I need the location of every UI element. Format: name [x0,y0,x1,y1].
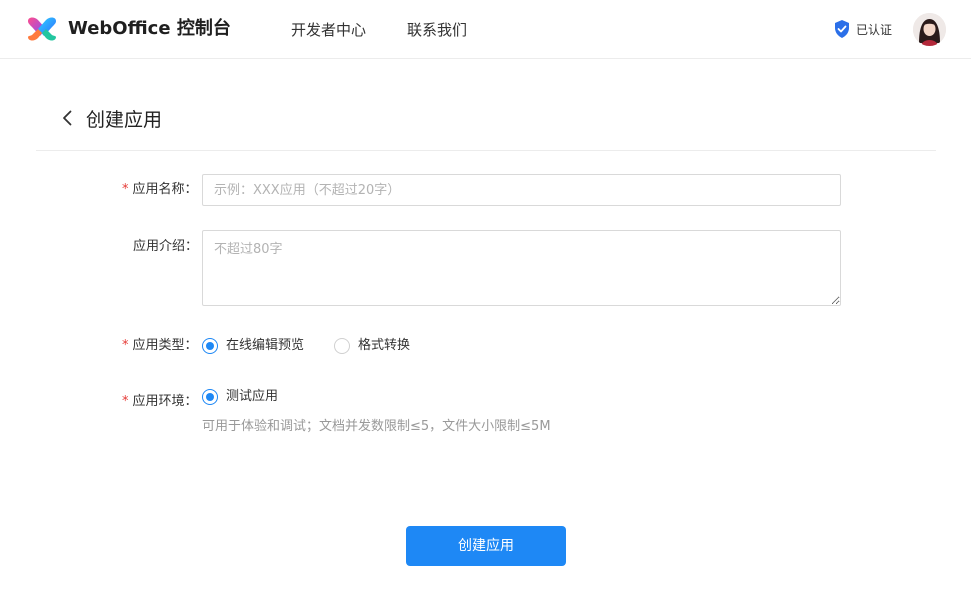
app-name-input[interactable] [202,174,841,206]
radio-unchecked-icon [334,338,350,354]
brand-title[interactable]: WebOffice 控制台 [68,17,231,41]
radio-label: 在线编辑预览 [226,338,305,353]
create-app-button[interactable]: 创建应用 [406,526,566,566]
app-type-label: * 应用类型： [122,338,198,353]
weboffice-logo-icon[interactable] [26,15,58,43]
radio-checked-icon [202,338,218,354]
app-env-label: * 应用环境： [122,394,198,409]
nav-contact-us[interactable]: 联系我们 [407,19,467,41]
shield-check-icon [835,20,849,38]
radio-label: 格式转换 [358,338,411,353]
verified-badge[interactable]: 已认证 [834,19,892,39]
page-title-row: 创建应用 [36,100,936,151]
top-header: WebOffice 控制台 开发者中心 联系我们 已认证 [0,0,971,59]
required-mark: * [122,182,129,197]
nav-developer-center[interactable]: 开发者中心 [291,19,366,41]
required-mark: * [122,338,129,353]
app-intro-textarea[interactable] [202,230,841,306]
radio-test-app[interactable]: 测试应用 [202,388,278,406]
app-intro-label: 应用介绍： [133,239,199,254]
verified-label: 已认证 [856,22,893,37]
radio-label: 测试应用 [226,389,279,404]
back-arrow-icon[interactable] [60,109,76,127]
radio-checked-icon [202,389,218,405]
required-mark: * [122,394,129,409]
user-avatar[interactable] [913,13,946,46]
page-title: 创建应用 [86,109,163,131]
radio-online-edit-preview[interactable]: 在线编辑预览 [202,337,304,355]
app-name-label: * 应用名称： [122,182,198,197]
env-hint-text: 可用于体验和调试；文档并发数限制≤5，文件大小限制≤5M [202,419,551,434]
radio-format-conversion[interactable]: 格式转换 [334,337,410,355]
